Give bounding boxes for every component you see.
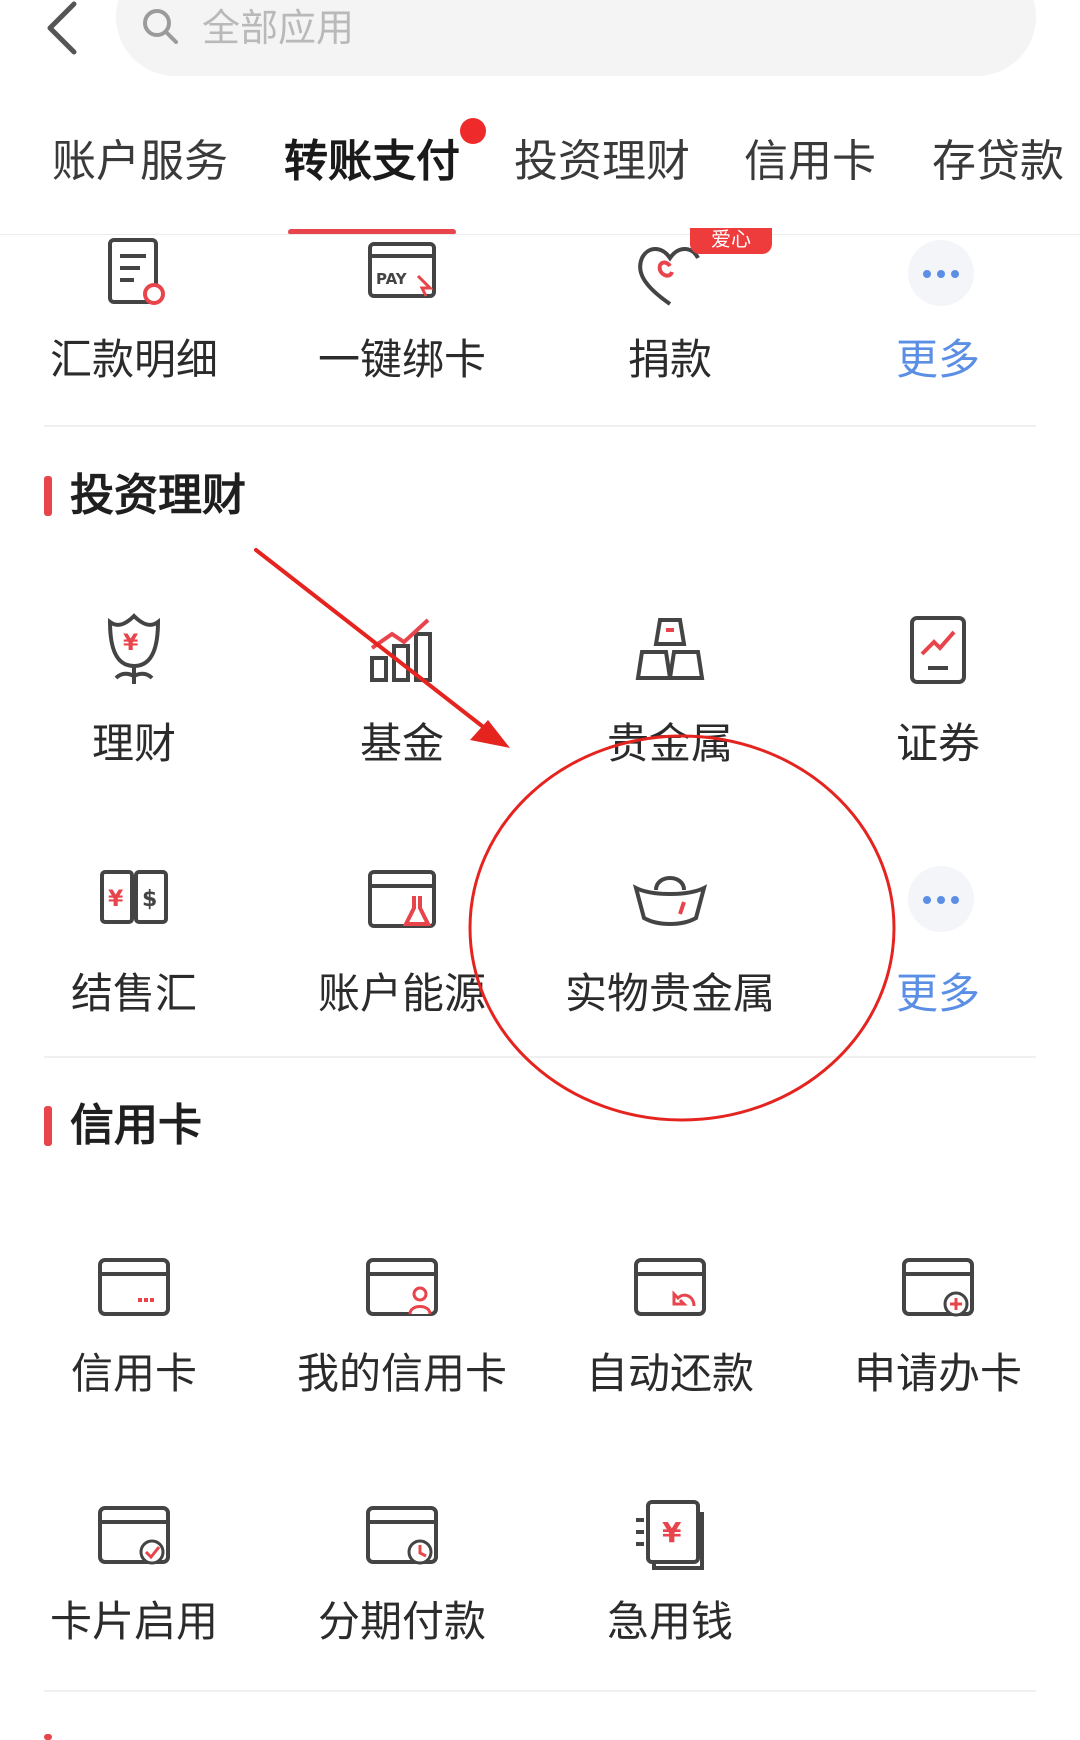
grid-item-label: 理财 [91, 719, 176, 768]
svg-text:¥: ¥ [123, 631, 139, 656]
grid-item-label: 结售汇 [70, 969, 197, 1018]
gold-bars-icon [635, 618, 705, 680]
pay-card-icon: PAY [368, 242, 436, 298]
grid-item-fund[interactable]: 基金 [268, 612, 536, 772]
grid-item-label: 信用卡 [70, 1349, 197, 1398]
tab-investment[interactable]: 投资理财 [514, 132, 690, 192]
tab-bar-divider [0, 234, 1080, 235]
grid-item-more[interactable]: 更多 [804, 862, 1072, 1022]
svg-text:$: $ [142, 887, 157, 912]
gold-ingot-icon [632, 876, 708, 926]
fund-chart-icon [370, 618, 432, 682]
notification-dot [460, 118, 486, 144]
grid-item-label: 实物贵金属 [564, 969, 775, 1018]
grid-item-label: 贵金属 [606, 719, 733, 768]
grid-item-label: 基金 [359, 719, 444, 768]
currency-exchange-icon: ¥ $ [100, 870, 168, 924]
grid-item-securities[interactable]: 证券 [804, 612, 1072, 772]
grid-item-quick-cash[interactable]: ¥ 急用钱 [536, 1498, 804, 1658]
svg-text:¥: ¥ [662, 1516, 682, 1549]
search-icon [143, 9, 178, 44]
search-placeholder[interactable]: 全部应用 [202, 2, 354, 54]
more-icon [908, 240, 974, 306]
credit-card-icon [98, 1258, 170, 1316]
grid-item-label: 一键绑卡 [317, 335, 486, 384]
energy-account-icon [368, 870, 436, 928]
section-divider [44, 425, 1036, 427]
grid-item-label: 账户能源 [317, 969, 486, 1018]
quick-cash-icon: ¥ [636, 1500, 704, 1570]
grid-item-label: 分期付款 [317, 1597, 486, 1646]
more-icon [908, 866, 974, 932]
grid-item-physical-metal[interactable]: 实物贵金属 [536, 862, 804, 1022]
tab-transfer-payment[interactable]: 转账支付 [284, 132, 460, 192]
apply-card-icon [902, 1258, 974, 1317]
auto-repay-icon [634, 1258, 706, 1316]
flower-yen-icon: ¥ [107, 613, 161, 684]
installment-icon [366, 1506, 438, 1565]
donation-badge: 爱心 [690, 228, 772, 254]
grid-item-remit-detail[interactable]: 汇款明细 [0, 236, 268, 396]
grid-item-fx-exchange[interactable]: ¥ $ 结售汇 [0, 862, 268, 1022]
grid-item-label: 申请办卡 [853, 1349, 1022, 1398]
grid-item-wealth[interactable]: ¥ 理财 [0, 612, 268, 772]
grid-item-donation[interactable]: 捐款 [536, 236, 804, 396]
grid-item-label: 更多 [895, 969, 980, 1018]
grid-item-label: 卡片启用 [49, 1597, 218, 1646]
receipt-icon [108, 238, 165, 305]
svg-text:PAY: PAY [376, 270, 408, 288]
section-accent-bar [44, 476, 52, 516]
grid-item-credit-card[interactable]: 信用卡 [0, 1250, 268, 1410]
section-divider [44, 1690, 1036, 1692]
grid-item-card-activate[interactable]: 卡片启用 [0, 1498, 268, 1658]
grid-item-apply-card[interactable]: 申请办卡 [804, 1250, 1072, 1410]
grid-item-more[interactable]: 更多 [804, 236, 1072, 396]
tab-deposit-loan[interactable]: 存贷款 [932, 132, 1064, 192]
securities-icon [910, 616, 966, 684]
tab-account-service[interactable]: 账户服务 [52, 132, 228, 192]
grid-item-label: 我的信用卡 [296, 1349, 507, 1398]
section-divider [44, 1056, 1036, 1058]
grid-item-auto-repay[interactable]: 自动还款 [536, 1250, 804, 1410]
grid-item-label: 急用钱 [606, 1597, 733, 1646]
grid-item-label: 自动还款 [585, 1349, 754, 1398]
grid-item-label: 捐款 [627, 335, 712, 384]
grid-item-installment[interactable]: 分期付款 [268, 1498, 536, 1658]
grid-item-bind-card[interactable]: PAY 一键绑卡 [268, 236, 536, 396]
card-activate-icon [98, 1506, 170, 1565]
section-accent-bar [44, 1734, 52, 1740]
grid-item-label: 汇款明细 [49, 335, 218, 384]
section-title-credit: 信用卡 [70, 1100, 202, 1151]
tab-credit-card[interactable]: 信用卡 [744, 132, 876, 192]
my-card-icon [366, 1258, 438, 1316]
svg-text:¥: ¥ [108, 887, 124, 912]
grid-item-energy-account[interactable]: 账户能源 [268, 862, 536, 1022]
section-accent-bar [44, 1106, 52, 1146]
grid-item-label: 更多 [895, 335, 980, 384]
section-title-investment: 投资理财 [70, 470, 246, 521]
grid-item-my-credit-card[interactable]: 我的信用卡 [268, 1250, 536, 1410]
grid-item-label: 证券 [895, 719, 980, 768]
grid-item-precious-metal[interactable]: 贵金属 [536, 612, 804, 772]
back-arrow-icon[interactable] [44, 0, 84, 60]
